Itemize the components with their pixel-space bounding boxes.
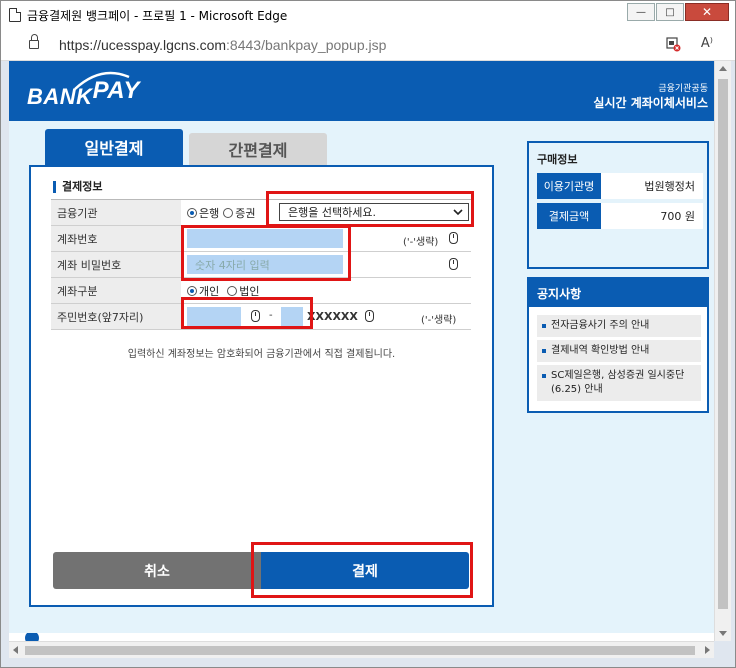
- notice-item[interactable]: SC제일은행, 삼성증권 일시중단(6.25) 안내: [537, 365, 701, 401]
- lock-icon[interactable]: [29, 34, 39, 49]
- radio-securities-label[interactable]: 증권: [235, 205, 255, 221]
- url-path: :8443/bankpay_popup.jsp: [226, 36, 387, 53]
- logo-bank-text: BANK: [27, 84, 93, 109]
- payment-form: 결제정보 금융기관 은행 증권 은행을 선택하세요. 계좌번호 ('-'생략) …: [29, 165, 494, 607]
- scroll-down-icon[interactable]: [719, 631, 727, 636]
- footer-logo-icon: [25, 633, 39, 641]
- org-value: 법원행정처: [601, 173, 703, 199]
- mouse-keypad-icon[interactable]: [365, 310, 374, 322]
- bankpay-page: BANKPAY 금융기관공동 실시간 계좌이체서비스 일반결제 간편결제 결제정…: [9, 61, 714, 641]
- scroll-right-icon[interactable]: [705, 646, 710, 654]
- purchase-info-panel: 구매정보 이용기관명 법원행정처 결제금액 700 원: [527, 141, 709, 269]
- amount-row: 결제금액 700 원: [537, 203, 703, 229]
- amount-label: 결제금액: [537, 203, 601, 229]
- notice-panel: 공지사항 전자금융사기 주의 안내 결제내역 확인방법 안내 SC제일은행, 삼…: [527, 277, 709, 413]
- header-service-title: 실시간 계좌이체서비스: [593, 96, 708, 110]
- highlight-resident-number: [181, 297, 313, 329]
- org-label: 이용기관명: [537, 173, 601, 199]
- highlight-pay-button: [251, 542, 473, 598]
- window-title: 금융결제원 뱅크페이 - 프로필 1 - Microsoft Edge: [27, 8, 288, 23]
- account-number-label: 계좌번호: [51, 226, 181, 251]
- scroll-left-icon[interactable]: [13, 646, 18, 654]
- notice-item[interactable]: 결제내역 확인방법 안내: [537, 340, 701, 362]
- institution-label: 금융기관: [51, 200, 181, 225]
- scroll-up-icon[interactable]: [719, 66, 727, 71]
- app-available-icon[interactable]: [665, 36, 681, 56]
- minimize-button[interactable]: —: [627, 3, 655, 21]
- window-controls: — □ ✕: [626, 3, 729, 21]
- bankpay-logo: BANKPAY: [27, 77, 140, 111]
- account-type-label: 계좌구분: [51, 278, 181, 303]
- tab-simple-payment[interactable]: 간편결제: [189, 133, 327, 165]
- page-icon: [9, 8, 21, 22]
- password-label: 계좌 비밀번호: [51, 252, 181, 277]
- radio-bank-label[interactable]: 은행: [199, 205, 219, 221]
- mouse-keypad-icon[interactable]: [449, 258, 458, 270]
- maximize-button[interactable]: □: [656, 3, 684, 21]
- encryption-notice: 입력하신 계좌정보는 암호화되어 금융기관에서 직접 결제됩니다.: [127, 349, 396, 360]
- url-host: https://ucesspay.lgcns.com: [59, 36, 227, 53]
- read-aloud-icon[interactable]: A⁾: [701, 36, 713, 56]
- cancel-button[interactable]: 취소: [53, 552, 261, 589]
- resident-number-label: 주민번호(앞7자리): [51, 304, 181, 329]
- org-row: 이용기관명 법원행정처: [537, 173, 703, 199]
- amount-value: 700 원: [601, 203, 703, 229]
- address-bar-icons: A⁾: [665, 36, 713, 56]
- account-number-hint: ('-'생략): [403, 237, 439, 248]
- purchase-info-title: 구매정보: [537, 153, 578, 166]
- url-text[interactable]: https://ucesspay.lgcns.com:8443/bankpay_…: [59, 37, 386, 53]
- mouse-keypad-icon[interactable]: [449, 232, 458, 244]
- address-bar[interactable]: https://ucesspay.lgcns.com:8443/bankpay_…: [1, 29, 735, 61]
- notice-item[interactable]: 전자금융사기 주의 안내: [537, 315, 701, 337]
- logo-pay-text: PAY: [92, 77, 140, 104]
- vertical-scrollbar[interactable]: [714, 61, 731, 641]
- browser-window: 금융결제원 뱅크페이 - 프로필 1 - Microsoft Edge — □ …: [0, 0, 736, 668]
- tab-general-payment[interactable]: 일반결제: [45, 129, 183, 165]
- resident-number-hint: ('-'생략): [421, 315, 457, 326]
- close-button[interactable]: ✕: [685, 3, 729, 21]
- header-subtitle: 금융기관공동: [658, 84, 708, 94]
- scroll-thumb[interactable]: [25, 646, 695, 655]
- page-header: BANKPAY 금융기관공동 실시간 계좌이체서비스: [9, 61, 714, 121]
- radio-securities[interactable]: [223, 207, 234, 218]
- notice-title: 공지사항: [529, 279, 707, 307]
- scroll-thumb[interactable]: [718, 79, 728, 609]
- radio-corporate[interactable]: [227, 285, 238, 296]
- section-title: 결제정보: [53, 181, 102, 193]
- footer-peek: [9, 633, 714, 641]
- resident-mask: XXXXXX: [307, 310, 358, 323]
- radio-bank[interactable]: [187, 207, 197, 218]
- highlight-bank-select: [266, 191, 474, 227]
- radio-personal[interactable]: [187, 285, 197, 296]
- horizontal-scrollbar[interactable]: [9, 641, 714, 658]
- highlight-account-password: [181, 225, 351, 281]
- title-bar: 금융결제원 뱅크페이 - 프로필 1 - Microsoft Edge — □ …: [1, 1, 735, 29]
